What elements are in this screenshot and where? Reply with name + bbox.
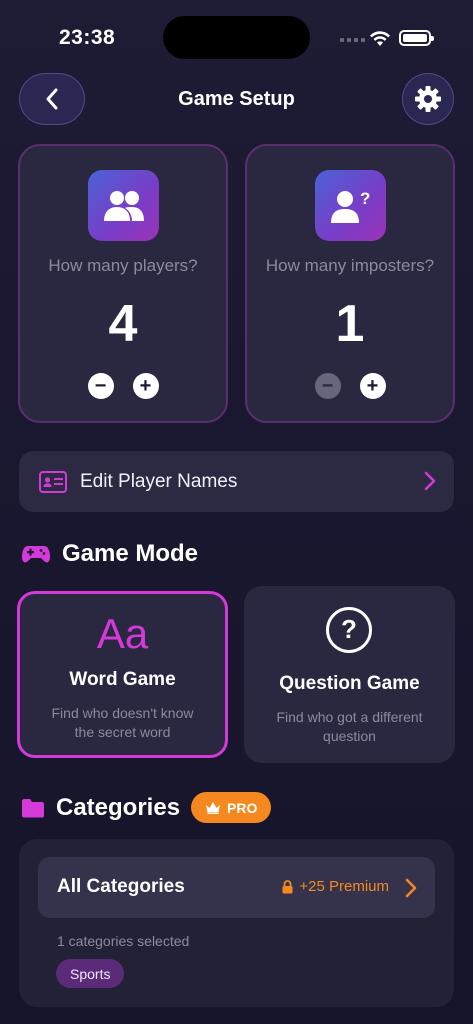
chevron-right-icon [405, 878, 417, 898]
question-circle-icon: ? [326, 607, 372, 653]
chevron-right-icon [424, 471, 436, 491]
game-mode-title: Game Mode [62, 540, 199, 567]
question-game-description: Find who got a different question [276, 709, 423, 744]
all-categories-button[interactable]: All Categories +25 Premium [38, 857, 435, 918]
imposters-stepper: − + [247, 373, 453, 399]
status-bar: 23:38 [0, 0, 473, 76]
word-game-card[interactable]: Aa Word Game Find who doesn't know the s… [17, 591, 228, 758]
players-stepper: − + [20, 373, 226, 399]
text-aa-icon: Aa [96, 610, 149, 657]
imposters-card: ? How many imposters? 1 − + [245, 144, 455, 423]
categories-selected-count: 1 categories selected [57, 933, 190, 949]
premium-indicator: +25 Premium [282, 878, 389, 895]
settings-button[interactable] [402, 73, 454, 125]
gear-icon [415, 86, 441, 112]
folder-icon [22, 798, 44, 817]
pro-badge-label: PRO [227, 799, 258, 816]
wifi-icon [370, 31, 390, 46]
svg-text:?: ? [360, 189, 370, 208]
imposters-decrement-button[interactable]: − [314, 373, 341, 399]
id-card-icon [39, 470, 67, 493]
categories-title: Categories [56, 793, 181, 821]
categories-panel: All Categories +25 Premium 1 categories … [19, 839, 454, 1007]
game-mode-header: Game Mode [21, 540, 198, 568]
dynamic-island [163, 16, 310, 59]
players-decrement-button[interactable]: − [87, 373, 114, 399]
crown-icon [206, 802, 221, 814]
imposters-question: How many imposters? [265, 256, 435, 275]
players-increment-button[interactable]: + [132, 373, 159, 399]
cellular-signal-icon [340, 38, 365, 42]
imposter-question-icon: ? [315, 170, 386, 241]
game-controller-icon [22, 546, 50, 563]
question-game-title: Question Game [279, 673, 420, 694]
players-count: 4 [108, 295, 138, 353]
premium-label: +25 Premium [299, 878, 389, 895]
svg-text:?: ? [341, 614, 357, 644]
players-group-icon [88, 170, 159, 241]
players-question: How many players? [48, 256, 198, 275]
imposters-increment-button[interactable]: + [359, 373, 386, 399]
all-categories-label: All Categories [57, 876, 185, 897]
word-game-title: Word Game [69, 669, 176, 690]
lock-icon [282, 879, 293, 893]
battery-icon [399, 30, 434, 46]
pro-badge[interactable]: PRO [191, 792, 272, 823]
edit-player-names-button[interactable]: Edit Player Names [19, 451, 454, 512]
imposters-count: 1 [335, 295, 365, 353]
players-card: How many players? 4 − + [18, 144, 228, 423]
categories-header: Categories PRO [21, 792, 272, 823]
status-time: 23:38 [59, 26, 116, 49]
word-game-description: Find who doesn't know the secret word [51, 705, 194, 740]
category-chip-sports[interactable]: Sports [56, 959, 125, 988]
question-game-card[interactable]: ? Question Game Find who got a different… [244, 586, 455, 763]
edit-player-names-label: Edit Player Names [80, 470, 238, 492]
